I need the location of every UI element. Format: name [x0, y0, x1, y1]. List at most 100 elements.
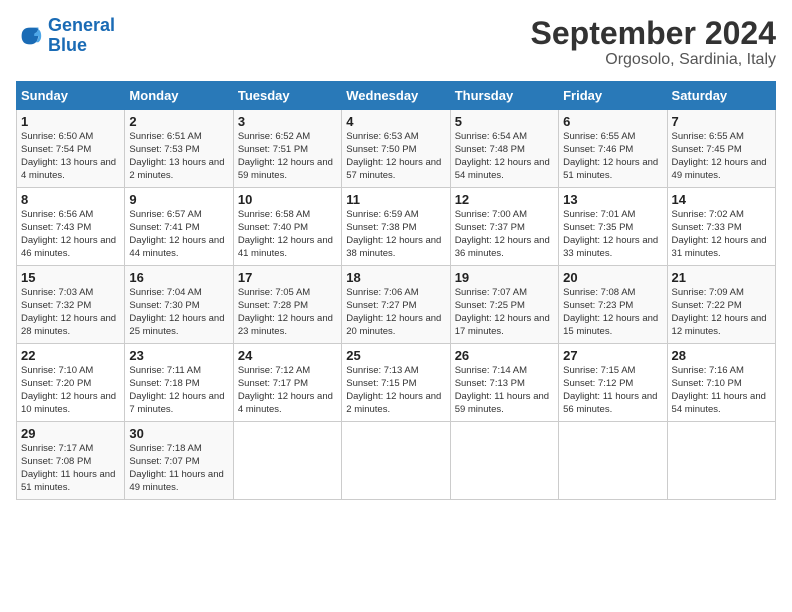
calendar-table: Sunday Monday Tuesday Wednesday Thursday…: [16, 81, 776, 500]
table-row: 22 Sunrise: 7:10 AMSunset: 7:20 PMDayligh…: [17, 344, 125, 422]
header-wednesday: Wednesday: [342, 82, 450, 110]
day-detail: Sunrise: 7:00 AMSunset: 7:37 PMDaylight:…: [455, 209, 554, 260]
table-row: 26Sunrise: 7:14 AMSunset: 7:13 PMDayligh…: [450, 344, 558, 422]
location: Orgosolo, Sardinia, Italy: [531, 51, 776, 69]
table-row: 6 Sunrise: 6:55 AMSunset: 7:46 PMDaylight…: [559, 110, 667, 188]
day-detail: Sunrise: 6:50 AMSunset: 7:54 PMDaylight:…: [21, 131, 120, 182]
day-number: 6: [563, 114, 662, 129]
day-number: 19: [455, 270, 554, 285]
table-row: 8Sunrise: 6:56 AMSunset: 7:43 PMDaylight…: [17, 188, 125, 266]
table-row: 18 Sunrise: 7:06 AMSunset: 7:27 PMDayligh…: [342, 266, 450, 344]
day-number: 8: [21, 192, 120, 207]
day-number: 15: [21, 270, 120, 285]
day-number: 9: [129, 192, 228, 207]
header-thursday: Thursday: [450, 82, 558, 110]
calendar-body: 1 Sunrise: 6:50 AMSunset: 7:54 PMDaylight…: [17, 110, 776, 500]
header-friday: Friday: [559, 82, 667, 110]
table-row: 5 Sunrise: 6:54 AMSunset: 7:48 PMDaylight…: [450, 110, 558, 188]
day-detail: Sunrise: 7:06 AMSunset: 7:27 PMDaylight:…: [346, 287, 445, 338]
page-header: General Blue September 2024 Orgosolo, Sa…: [16, 16, 776, 69]
table-row: 27 Sunrise: 7:15 AMSunset: 7:12 PMDayligh…: [559, 344, 667, 422]
table-row: 21Sunrise: 7:09 AMSunset: 7:22 PMDayligh…: [667, 266, 775, 344]
table-row: 7 Sunrise: 6:55 AMSunset: 7:45 PMDaylight…: [667, 110, 775, 188]
day-number: 22: [21, 348, 120, 363]
title-area: September 2024 Orgosolo, Sardinia, Italy: [531, 16, 776, 69]
day-detail: Sunrise: 7:08 AMSunset: 7:23 PMDaylight:…: [563, 287, 662, 338]
logo-text: General Blue: [48, 16, 115, 56]
day-number: 5: [455, 114, 554, 129]
day-detail: Sunrise: 6:54 AMSunset: 7:48 PMDaylight:…: [455, 131, 554, 182]
table-row: 3 Sunrise: 6:52 AMSunset: 7:51 PMDaylight…: [233, 110, 341, 188]
table-row: 24Sunrise: 7:12 AMSunset: 7:17 PMDayligh…: [233, 344, 341, 422]
day-detail: Sunrise: 6:51 AMSunset: 7:53 PMDaylight:…: [129, 131, 228, 182]
calendar-header: Sunday Monday Tuesday Wednesday Thursday…: [17, 82, 776, 110]
table-row: [342, 422, 450, 500]
day-detail: Sunrise: 6:52 AMSunset: 7:51 PMDaylight:…: [238, 131, 337, 182]
day-detail: Sunrise: 6:55 AMSunset: 7:46 PMDaylight:…: [563, 131, 662, 182]
table-row: 13Sunrise: 7:01 AMSunset: 7:35 PMDayligh…: [559, 188, 667, 266]
header-monday: Monday: [125, 82, 233, 110]
month-title: September 2024: [531, 16, 776, 51]
logo: General Blue: [16, 16, 115, 56]
day-detail: Sunrise: 6:53 AMSunset: 7:50 PMDaylight:…: [346, 131, 445, 182]
table-row: 14 Sunrise: 7:02 AMSunset: 7:33 PMDayligh…: [667, 188, 775, 266]
table-row: 30 Sunrise: 7:18 AMSunset: 7:07 PMDayligh…: [125, 422, 233, 500]
day-number: 2: [129, 114, 228, 129]
logo-line2: Blue: [48, 35, 87, 55]
day-number: 13: [563, 192, 662, 207]
day-number: 3: [238, 114, 337, 129]
day-detail: Sunrise: 7:15 AMSunset: 7:12 PMDaylight:…: [563, 365, 662, 416]
day-detail: Sunrise: 7:14 AMSunset: 7:13 PMDaylight:…: [455, 365, 554, 416]
day-number: 1: [21, 114, 120, 129]
table-row: 12Sunrise: 7:00 AMSunset: 7:37 PMDayligh…: [450, 188, 558, 266]
day-detail: Sunrise: 6:55 AMSunset: 7:45 PMDaylight:…: [672, 131, 771, 182]
table-row: 15 Sunrise: 7:03 AMSunset: 7:32 PMDayligh…: [17, 266, 125, 344]
table-row: 17 Sunrise: 7:05 AMSunset: 7:28 PMDayligh…: [233, 266, 341, 344]
day-detail: Sunrise: 7:04 AMSunset: 7:30 PMDaylight:…: [129, 287, 228, 338]
day-number: 30: [129, 426, 228, 441]
day-detail: Sunrise: 7:16 AMSunset: 7:10 PMDaylight:…: [672, 365, 771, 416]
day-number: 10: [238, 192, 337, 207]
day-number: 7: [672, 114, 771, 129]
table-row: 19 Sunrise: 7:07 AMSunset: 7:25 PMDayligh…: [450, 266, 558, 344]
table-row: 28 Sunrise: 7:16 AMSunset: 7:10 PMDayligh…: [667, 344, 775, 422]
day-detail: Sunrise: 7:13 AMSunset: 7:15 PMDaylight:…: [346, 365, 445, 416]
day-number: 17: [238, 270, 337, 285]
table-row: [450, 422, 558, 500]
day-number: 14: [672, 192, 771, 207]
header-tuesday: Tuesday: [233, 82, 341, 110]
day-number: 27: [563, 348, 662, 363]
day-detail: Sunrise: 6:59 AMSunset: 7:38 PMDaylight:…: [346, 209, 445, 260]
day-detail: Sunrise: 7:18 AMSunset: 7:07 PMDaylight:…: [129, 443, 228, 494]
day-number: 20: [563, 270, 662, 285]
table-row: 29Sunrise: 7:17 AMSunset: 7:08 PMDayligh…: [17, 422, 125, 500]
header-saturday: Saturday: [667, 82, 775, 110]
table-row: 4 Sunrise: 6:53 AMSunset: 7:50 PMDaylight…: [342, 110, 450, 188]
day-number: 23: [129, 348, 228, 363]
day-number: 16: [129, 270, 228, 285]
day-detail: Sunrise: 7:02 AMSunset: 7:33 PMDaylight:…: [672, 209, 771, 260]
day-number: 4: [346, 114, 445, 129]
day-detail: Sunrise: 7:10 AMSunset: 7:20 PMDaylight:…: [21, 365, 120, 416]
table-row: 2 Sunrise: 6:51 AMSunset: 7:53 PMDaylight…: [125, 110, 233, 188]
day-number: 18: [346, 270, 445, 285]
day-detail: Sunrise: 7:17 AMSunset: 7:08 PMDaylight:…: [21, 443, 120, 494]
table-row: 23 Sunrise: 7:11 AMSunset: 7:18 PMDayligh…: [125, 344, 233, 422]
day-detail: Sunrise: 7:07 AMSunset: 7:25 PMDaylight:…: [455, 287, 554, 338]
logo-line1: General: [48, 15, 115, 35]
day-number: 24: [238, 348, 337, 363]
table-row: [667, 422, 775, 500]
table-row: 9Sunrise: 6:57 AMSunset: 7:41 PMDaylight…: [125, 188, 233, 266]
day-detail: Sunrise: 7:03 AMSunset: 7:32 PMDaylight:…: [21, 287, 120, 338]
table-row: 1 Sunrise: 6:50 AMSunset: 7:54 PMDaylight…: [17, 110, 125, 188]
day-detail: Sunrise: 7:09 AMSunset: 7:22 PMDaylight:…: [672, 287, 771, 338]
table-row: [559, 422, 667, 500]
day-detail: Sunrise: 6:58 AMSunset: 7:40 PMDaylight:…: [238, 209, 337, 260]
day-number: 11: [346, 192, 445, 207]
day-detail: Sunrise: 7:05 AMSunset: 7:28 PMDaylight:…: [238, 287, 337, 338]
table-row: [233, 422, 341, 500]
table-row: 16 Sunrise: 7:04 AMSunset: 7:30 PMDayligh…: [125, 266, 233, 344]
day-detail: Sunrise: 7:11 AMSunset: 7:18 PMDaylight:…: [129, 365, 228, 416]
table-row: 10 Sunrise: 6:58 AMSunset: 7:40 PMDayligh…: [233, 188, 341, 266]
day-number: 28: [672, 348, 771, 363]
